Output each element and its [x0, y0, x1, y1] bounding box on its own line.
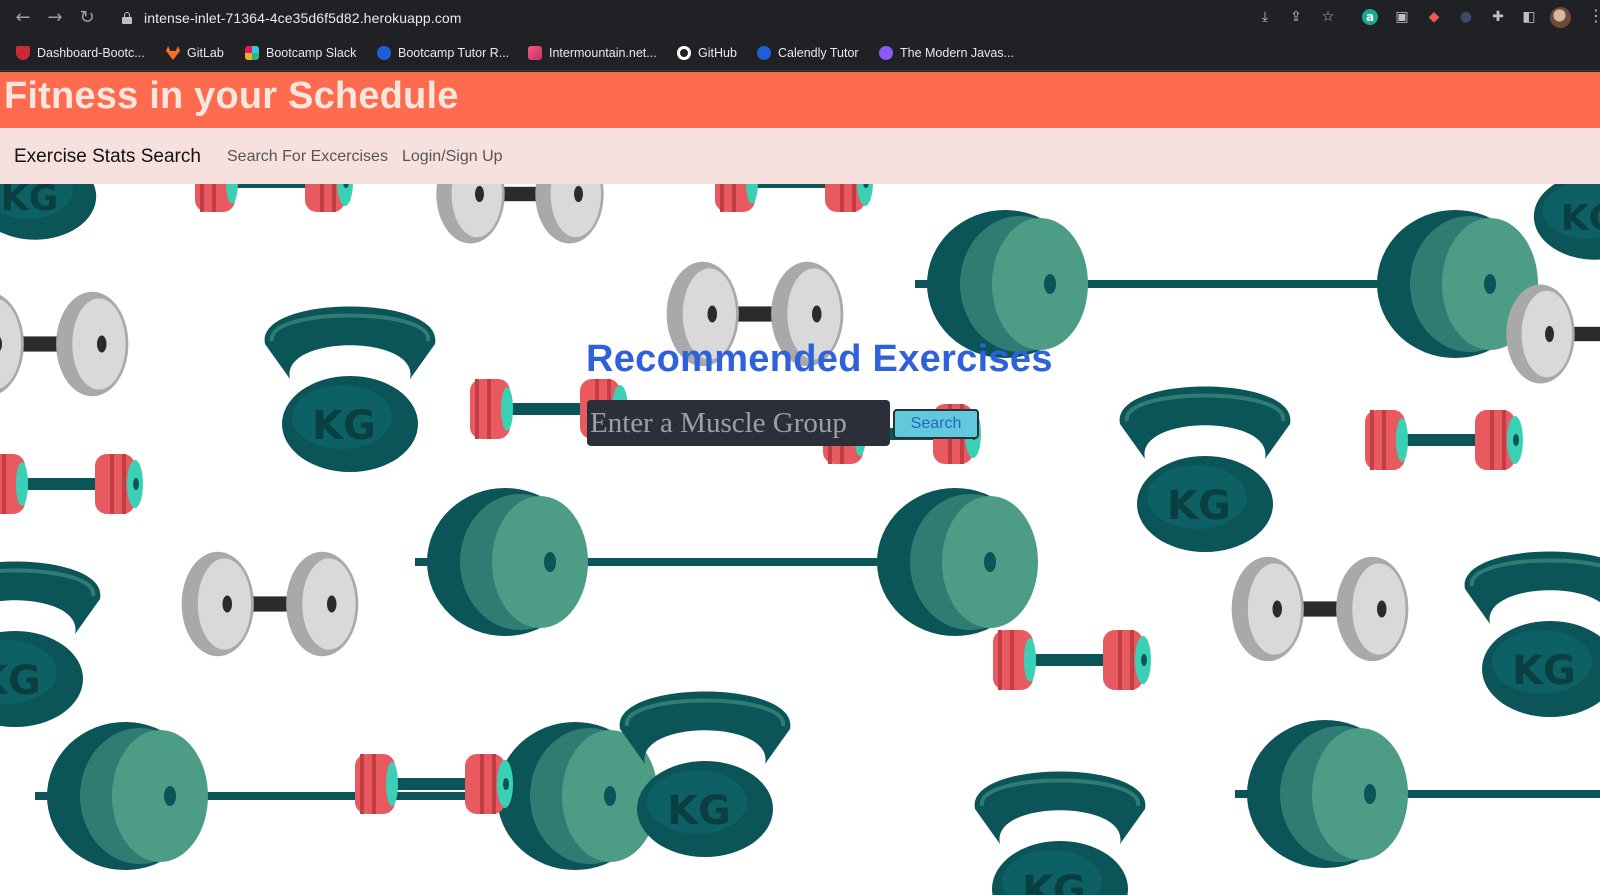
intermountain-icon [528, 46, 542, 60]
navbar: Exercise Stats Search Search For Excerci… [0, 128, 1600, 184]
bookmarks-bar: Dashboard-Bootc... GitLab Bootcamp Slack… [0, 36, 1600, 71]
gitlab-icon [166, 46, 180, 60]
fitness-pattern-background: KG [0, 184, 1600, 895]
nav-link-search-exercises[interactable]: Search For Excercises [227, 148, 388, 166]
bookmark-slack[interactable]: Bootcamp Slack [245, 44, 356, 62]
site-title: Fitness in your Schedule [4, 75, 459, 117]
lock-icon [122, 12, 132, 24]
address-bar[interactable]: intense-inlet-71364-4ce35d6f5d82.herokua… [110, 3, 1320, 33]
bookmark-calendly[interactable]: Calendly Tutor [757, 44, 859, 62]
recommended-exercises-heading: Recommended Exercises [586, 338, 1053, 380]
bookmark-dashboard[interactable]: Dashboard-Bootc... [16, 44, 145, 62]
search-button[interactable]: Search [893, 409, 979, 439]
menu-kebab-icon[interactable]: ⋮ [1588, 7, 1600, 27]
profile-avatar[interactable] [1550, 7, 1571, 28]
side-panel-icon[interactable]: ◧ [1521, 9, 1537, 25]
share-icon[interactable]: ⇪ [1288, 9, 1304, 25]
url-text[interactable]: intense-inlet-71364-4ce35d6f5d82.herokua… [144, 10, 462, 26]
calendly-icon [377, 46, 391, 60]
bookmark-modern-js[interactable]: The Modern Javas... [879, 44, 1014, 62]
install-app-icon[interactable]: ⤓ [1257, 9, 1273, 25]
bookmark-intermountain[interactable]: Intermountain.net... [528, 44, 657, 62]
nav-link-login-signup[interactable]: Login/Sign Up [402, 148, 503, 166]
calendly-icon [757, 46, 771, 60]
utah-u-icon [16, 46, 30, 60]
grammarly-extension-icon[interactable]: a [1362, 9, 1378, 25]
site-header: Fitness in your Schedule [0, 72, 1600, 128]
browser-toolbar: ← → ↻ intense-inlet-71364-4ce35d6f5d82.h… [0, 0, 1600, 36]
forward-arrow-icon[interactable]: → [44, 7, 66, 29]
puzzle-extensions-icon[interactable]: ✚ [1490, 9, 1506, 25]
extension-circle-icon[interactable]: ● [1458, 9, 1474, 25]
web-page: KG [0, 72, 1600, 895]
reload-icon[interactable]: ↻ [76, 7, 98, 29]
navbar-brand[interactable]: Exercise Stats Search [14, 146, 201, 168]
bookmark-tutor[interactable]: Bootcamp Tutor R... [377, 44, 509, 62]
todoist-extension-icon[interactable]: ◆ [1426, 9, 1442, 25]
slack-icon [245, 46, 259, 60]
js-info-icon [879, 46, 893, 60]
bookmark-github[interactable]: GitHub [677, 44, 737, 62]
github-icon [677, 46, 691, 60]
extension-icon[interactable]: ▣ [1394, 9, 1410, 25]
muscle-group-search-input[interactable] [587, 400, 890, 446]
bookmark-star-icon[interactable]: ☆ [1320, 9, 1336, 25]
bookmark-gitlab[interactable]: GitLab [166, 44, 224, 62]
back-arrow-icon[interactable]: ← [12, 7, 34, 29]
